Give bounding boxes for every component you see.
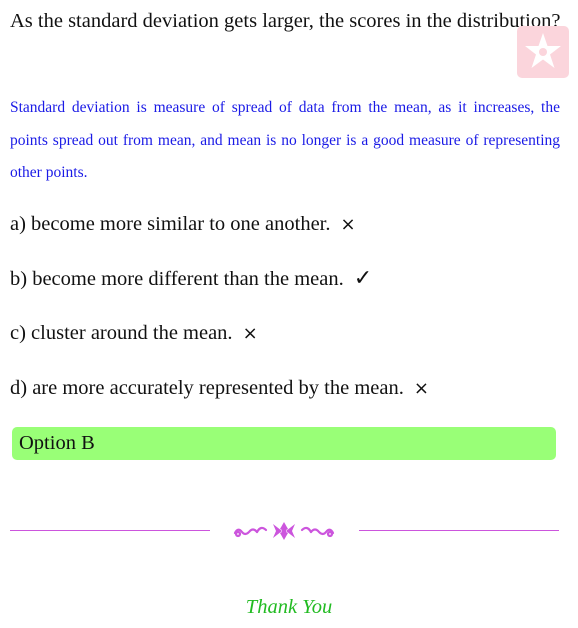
thank-you-text: Thank You bbox=[245, 596, 333, 618]
question-text: As the standard deviation gets larger, t… bbox=[10, 10, 561, 32]
answer-box: Option B bbox=[12, 427, 556, 460]
answer-text: Option B bbox=[19, 432, 95, 454]
flourish-ornament-icon bbox=[233, 522, 335, 540]
option-d-label: d) are more accurately represented by th… bbox=[10, 377, 404, 399]
option-a-label: a) become more similar to one another. bbox=[10, 213, 331, 235]
cross-icon: × bbox=[242, 323, 258, 344]
option-c-label: c) cluster around the mean. bbox=[10, 322, 233, 344]
explanation-text: Standard deviation is measure of spread … bbox=[10, 99, 560, 181]
option-a: a) become more similar to one another. × bbox=[10, 210, 356, 239]
option-d: d) are more accurately represented by th… bbox=[10, 374, 429, 403]
divider-left bbox=[10, 530, 210, 531]
divider-right bbox=[359, 530, 559, 531]
option-b-label: b) become more different than the mean. bbox=[10, 268, 344, 290]
cross-icon: × bbox=[413, 378, 429, 399]
option-c: c) cluster around the mean. × bbox=[10, 319, 258, 348]
cross-icon: × bbox=[340, 214, 356, 235]
check-icon: ✓ bbox=[353, 266, 373, 291]
option-b: b) become more different than the mean. ✓ bbox=[10, 265, 372, 293]
star-logo-icon bbox=[517, 26, 569, 78]
